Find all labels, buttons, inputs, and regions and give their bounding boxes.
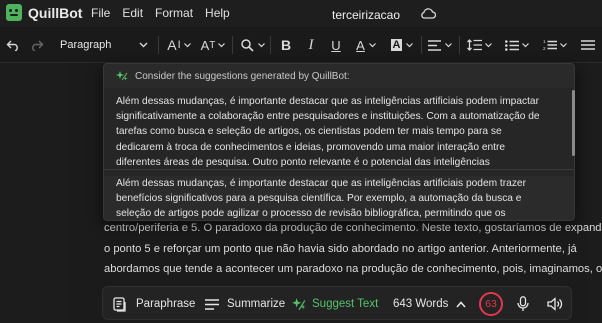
document-line[interactable]: centro/periferia e 5. O paradoxo da prod… bbox=[104, 222, 602, 234]
menu-file[interactable]: File bbox=[91, 6, 110, 20]
suggest-text-button[interactable]: Suggest Text bbox=[292, 287, 378, 321]
suggestion-option[interactable]: Além dessas mudanças, é importante desta… bbox=[104, 94, 574, 170]
suggestion-line: Além dessas mudanças, é importante desta… bbox=[116, 96, 539, 107]
suggestion-line: tarefas como busca e seleção de artigos,… bbox=[116, 126, 502, 138]
align-icon[interactable] bbox=[426, 27, 454, 63]
document-line[interactable]: abordamos que tende a acontecer um parad… bbox=[104, 263, 602, 275]
paraphrase-icon bbox=[113, 296, 126, 312]
document-title[interactable]: terceirizacao bbox=[332, 8, 400, 22]
suggestion-option[interactable]: Além dessas mudanças, é importante desta… bbox=[104, 176, 574, 220]
menu-format[interactable]: Format bbox=[155, 6, 193, 20]
suggestion-line: dedicarem à troca de conhecimentos e ide… bbox=[116, 141, 506, 153]
svg-text:2: 2 bbox=[543, 46, 546, 51]
suggestion-line: seleção de artigos pode agilizar o proce… bbox=[116, 208, 506, 220]
quillbot-logo-icon bbox=[6, 4, 22, 21]
suggestion-line: Além dessas mudanças, é importante desta… bbox=[116, 178, 526, 189]
microphone-icon[interactable] bbox=[517, 287, 529, 321]
paragraph-style-select[interactable]: Paragraph bbox=[52, 34, 154, 56]
summarize-label: Summarize bbox=[227, 298, 286, 310]
sparkle-wand-icon bbox=[292, 298, 306, 311]
quillbot-logo[interactable]: QuillBot bbox=[6, 4, 82, 21]
paragraph-style-value: Paragraph bbox=[60, 39, 112, 51]
menu-help[interactable]: Help bbox=[205, 6, 230, 20]
svg-text:1: 1 bbox=[543, 39, 546, 44]
numbered-list-icon[interactable]: 12 bbox=[540, 27, 570, 63]
summarize-icon bbox=[205, 298, 219, 310]
word-count-button[interactable]: 643 Words bbox=[393, 287, 467, 321]
app-name: QuillBot bbox=[28, 4, 83, 21]
popup-header-text: Consider the suggestions generated by Qu… bbox=[135, 70, 350, 82]
cloud-sync-icon[interactable] bbox=[420, 7, 436, 19]
redo-icon[interactable] bbox=[28, 27, 46, 63]
toolbar-divider bbox=[232, 36, 233, 54]
chevron-down-icon bbox=[139, 42, 148, 48]
toolbar-divider bbox=[158, 36, 159, 54]
popup-scrollbar[interactable] bbox=[572, 90, 575, 156]
suggestions-popup: Consider the suggestions generated by Qu… bbox=[103, 63, 575, 221]
suggestion-line: benefícios significativos para a pesquis… bbox=[116, 193, 522, 205]
suggest-text-label: Suggest Text bbox=[312, 298, 379, 310]
word-count: 643 Words bbox=[393, 298, 449, 310]
menu-edit[interactable]: Edit bbox=[122, 6, 143, 20]
speaker-icon[interactable] bbox=[547, 287, 563, 321]
issues-count-badge[interactable]: 63 bbox=[479, 292, 503, 316]
paraphrase-button[interactable]: Paraphrase bbox=[113, 287, 195, 321]
document-line[interactable]: o ponto 5 e reforçar um ponto que não ha… bbox=[104, 243, 577, 255]
bold-icon[interactable]: B bbox=[277, 27, 295, 63]
menu-bar: File Edit Format Help bbox=[91, 6, 242, 20]
text-color-icon[interactable]: A bbox=[352, 27, 380, 63]
bottom-tools-bar: Paraphrase Summarize Suggest Text 643 Wo… bbox=[102, 286, 572, 320]
toolbar-divider bbox=[270, 36, 271, 54]
sparkle-icon bbox=[116, 71, 128, 81]
font-size-icon[interactable]: AI bbox=[164, 27, 194, 63]
highlight-color-icon[interactable]: A bbox=[388, 27, 416, 63]
popup-header: Consider the suggestions generated by Qu… bbox=[104, 64, 574, 88]
more-options-icon[interactable] bbox=[578, 27, 598, 63]
text-case-icon[interactable]: AT bbox=[199, 27, 227, 63]
italic-icon[interactable]: I bbox=[303, 27, 319, 63]
toolbar-divider bbox=[421, 36, 422, 54]
formatting-toolbar: Paragraph AI AT B I U A A 12 bbox=[0, 27, 602, 63]
summarize-button[interactable]: Summarize bbox=[205, 287, 285, 321]
top-bar: QuillBot File Edit Format Help terceiriz… bbox=[0, 0, 602, 27]
undo-icon[interactable] bbox=[4, 27, 22, 63]
line-spacing-icon[interactable] bbox=[464, 27, 494, 63]
chevron-up-icon bbox=[456, 300, 467, 308]
underline-icon[interactable]: U bbox=[328, 27, 344, 63]
toolbar-divider bbox=[459, 36, 460, 54]
find-replace-icon[interactable] bbox=[238, 27, 266, 63]
bulleted-list-icon[interactable] bbox=[502, 27, 532, 63]
suggestion-line: significativamente a colaboração entre p… bbox=[116, 111, 540, 123]
suggestion-line: diferentes áreas de pesquisa. Outro pont… bbox=[116, 156, 490, 168]
paraphrase-label: Paraphrase bbox=[136, 298, 196, 310]
